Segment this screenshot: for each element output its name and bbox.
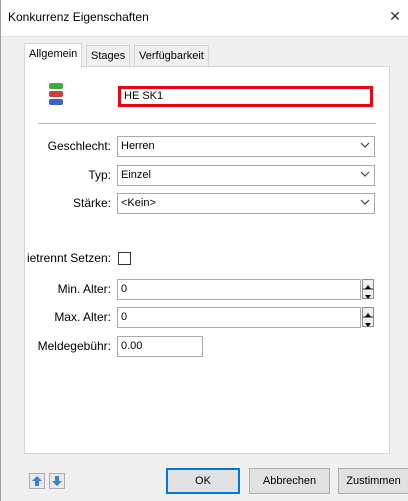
staerke-select[interactable]: <Kein> [117, 193, 375, 214]
colored-stack-icon [49, 83, 63, 105]
ok-button[interactable]: OK [166, 468, 240, 494]
typ-select[interactable]: Einzel [117, 165, 375, 186]
chevron-down-icon [360, 199, 370, 205]
max-alter-spinner [362, 307, 374, 328]
geschlecht-select[interactable]: Herren [117, 136, 375, 157]
move-down-button[interactable] [49, 473, 65, 489]
typ-value: Einzel [121, 169, 151, 181]
move-up-button[interactable] [29, 473, 45, 489]
spin-up-button[interactable] [362, 307, 374, 317]
competition-name-input[interactable]: HE SK1 [118, 86, 373, 107]
divider [38, 123, 376, 124]
window-title: Konkurrenz Eigenschaften [8, 10, 149, 24]
dialog-window: Konkurrenz Eigenschaften ✕ Allgemein Sta… [0, 0, 408, 501]
chevron-down-icon [360, 171, 370, 177]
spin-down-icon [365, 323, 371, 327]
arrow-down-icon [52, 476, 62, 486]
chevron-down-icon [360, 142, 370, 148]
arrow-up-icon [32, 476, 42, 486]
cancel-button[interactable]: Abbrechen [249, 468, 330, 494]
getrennt-setzen-label: ietrennt Setzen: [26, 251, 111, 265]
close-icon[interactable]: ✕ [381, 4, 408, 28]
meldegebuehr-label: Meldegebühr: [37, 339, 111, 353]
meldegebuehr-input[interactable]: 0.00 [117, 336, 203, 357]
getrennt-setzen-checkbox[interactable] [118, 252, 131, 265]
spin-up-button[interactable] [362, 279, 374, 289]
max-alter-label: Max. Alter: [54, 310, 111, 324]
spin-down-button[interactable] [362, 317, 374, 327]
geschlecht-label: Geschlecht: [47, 139, 111, 153]
min-alter-spinner [362, 279, 374, 300]
tab-allgemein[interactable]: Allgemein [24, 43, 83, 67]
min-alter-input[interactable]: 0 [117, 279, 361, 300]
tab-panel-allgemein: HE SK1 Geschlecht: Herren Typ: Einzel St… [24, 66, 390, 454]
agree-button[interactable]: Zustimmen [338, 468, 408, 494]
max-alter-input[interactable]: 0 [117, 307, 361, 328]
geschlecht-value: Herren [121, 140, 155, 152]
title-bar: Konkurrenz Eigenschaften ✕ [1, 0, 408, 37]
tab-verfuegbarkeit[interactable]: Verfügbarkeit [134, 45, 209, 66]
staerke-label: Stärke: [72, 196, 111, 210]
spin-down-button[interactable] [362, 289, 374, 299]
typ-label: Typ: [88, 168, 111, 182]
tab-stages[interactable]: Stages [86, 45, 131, 66]
staerke-value: <Kein> [121, 197, 156, 209]
min-alter-label: Min. Alter: [57, 282, 111, 296]
spin-down-icon [365, 295, 371, 299]
